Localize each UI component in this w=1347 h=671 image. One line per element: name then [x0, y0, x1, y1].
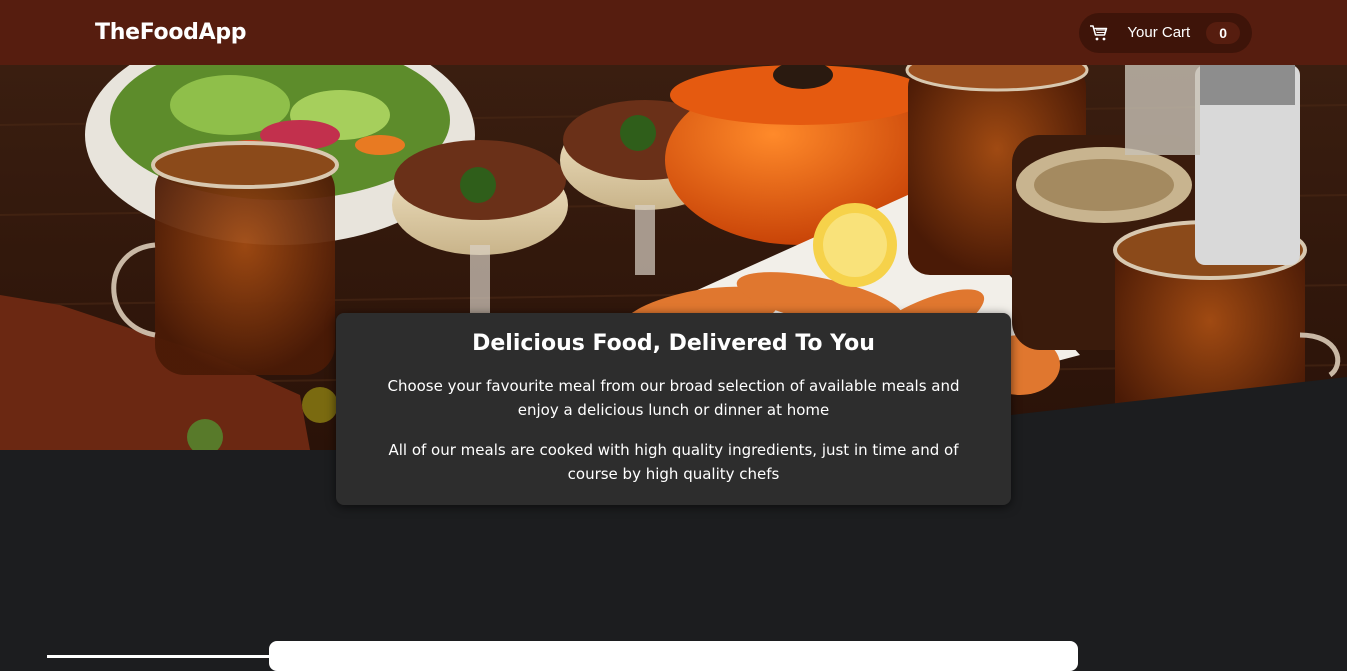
summary-paragraph-2: All of our meals are cooked with high qu… — [388, 441, 959, 483]
summary-title: Delicious Food, Delivered To You — [472, 331, 875, 356]
cart-count-badge: 0 — [1206, 21, 1240, 44]
available-meals-card — [269, 641, 1078, 671]
cart-label: Your Cart — [1127, 24, 1191, 41]
main-header: TheFoodApp Your Cart 0 — [0, 0, 1347, 65]
cart-icon — [1089, 23, 1109, 43]
summary-paragraph-1: Choose your favourite meal from our broa… — [387, 377, 960, 419]
app-logo: TheFoodApp — [95, 20, 247, 45]
meals-summary-card: Delicious Food, Delivered To You Choose … — [336, 313, 1011, 505]
cart-button[interactable]: Your Cart 0 — [1079, 12, 1252, 53]
